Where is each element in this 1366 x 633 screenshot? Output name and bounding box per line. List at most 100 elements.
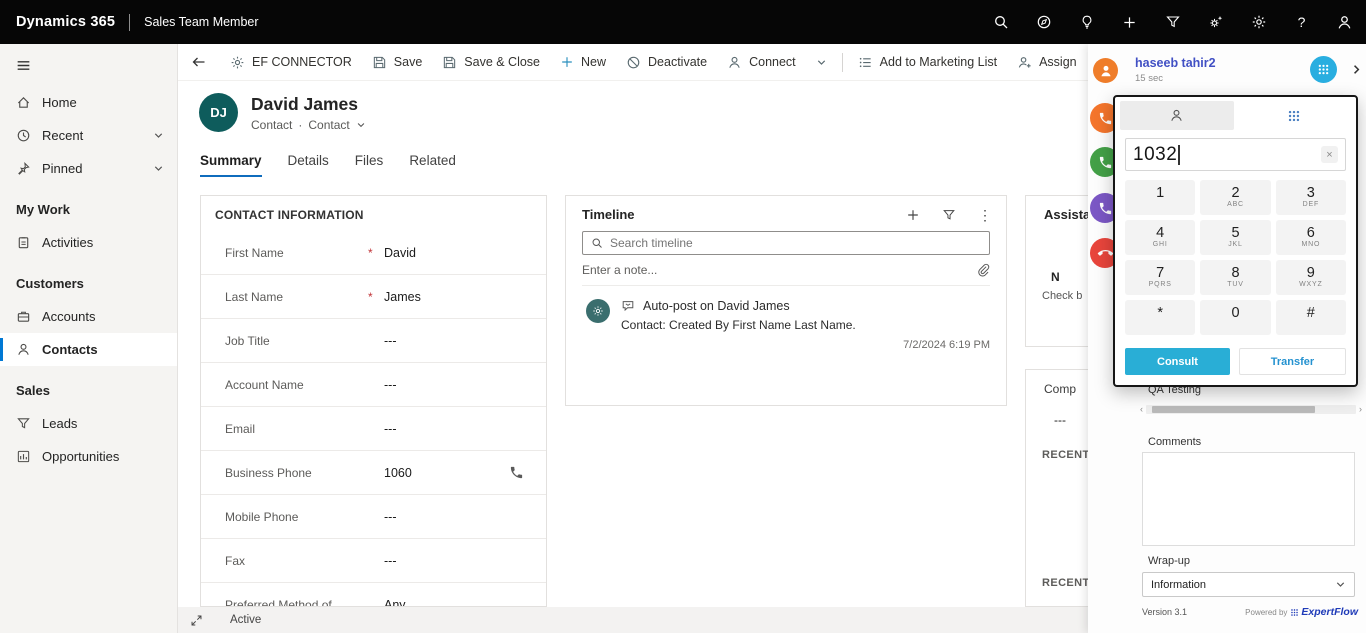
agent-name[interactable]: haseeb tahir2 bbox=[1135, 56, 1216, 70]
help-icon[interactable]: ? bbox=[1280, 0, 1323, 44]
dial-number-input[interactable]: 1032 × bbox=[1125, 138, 1346, 171]
sidebar-item-home[interactable]: Home bbox=[0, 86, 177, 119]
field-value[interactable]: Any bbox=[384, 598, 406, 608]
add-record-icon[interactable] bbox=[906, 208, 920, 222]
sitemap-sidebar: Home Recent Pinned My Work Activities Cu… bbox=[0, 44, 178, 633]
transfer-button[interactable]: Transfer bbox=[1239, 348, 1346, 375]
section-title: CONTACT INFORMATION bbox=[201, 196, 546, 231]
field-value[interactable]: --- bbox=[384, 422, 397, 436]
compass-icon[interactable] bbox=[1022, 0, 1065, 44]
tab-files[interactable]: Files bbox=[355, 153, 384, 177]
person-icon bbox=[16, 342, 31, 357]
sidebar-item-pinned[interactable]: Pinned bbox=[0, 152, 177, 185]
sidebar-item-opportunities[interactable]: Opportunities bbox=[0, 440, 177, 473]
screen: Dynamics 365 Sales Team Member ? Home Re… bbox=[0, 0, 1366, 633]
dialpad-keys: 1 2ABC 3DEF 4GHI 5JKL 6MNO 7PQRS 8TUV 9W… bbox=[1115, 175, 1356, 340]
dialpad-key-0[interactable]: 0 bbox=[1200, 300, 1270, 335]
chevron-down-icon[interactable] bbox=[153, 130, 164, 141]
ef-connector-button[interactable]: EF CONNECTOR bbox=[220, 44, 362, 80]
sidebar-item-accounts[interactable]: Accounts bbox=[0, 300, 177, 333]
dynamics-brand[interactable]: Dynamics 365 bbox=[16, 14, 115, 30]
note-entry-row[interactable]: Enter a note... bbox=[582, 255, 990, 286]
dialpad-key-5[interactable]: 5JKL bbox=[1200, 220, 1270, 255]
field-value[interactable]: --- bbox=[384, 554, 397, 568]
timeline-search-box[interactable] bbox=[582, 231, 990, 255]
timeline-post[interactable]: Auto-post on David James Contact: Create… bbox=[566, 286, 1006, 351]
dialpad-key-9[interactable]: 9WXYZ bbox=[1276, 260, 1346, 295]
field-value[interactable]: David bbox=[384, 246, 416, 260]
connect-split-chevron[interactable] bbox=[806, 44, 837, 80]
wrapup-select[interactable]: Information bbox=[1142, 572, 1355, 597]
field-value[interactable]: --- bbox=[384, 334, 397, 348]
horizontal-scrollbar[interactable]: ‹ › bbox=[1140, 404, 1362, 415]
consult-button[interactable]: Consult bbox=[1125, 348, 1230, 375]
scrollbar-thumb[interactable] bbox=[1152, 406, 1315, 413]
save-and-close-button[interactable]: Save & Close bbox=[432, 44, 550, 80]
connect-button[interactable]: Connect bbox=[717, 44, 806, 80]
dialpad-key-8[interactable]: 8TUV bbox=[1200, 260, 1270, 295]
tab-dialpad[interactable] bbox=[1238, 101, 1352, 130]
field-value[interactable]: --- bbox=[384, 378, 397, 392]
expand-icon[interactable] bbox=[190, 614, 203, 627]
field-value[interactable]: --- bbox=[384, 510, 397, 524]
assign-button[interactable]: Assign bbox=[1007, 44, 1087, 80]
dialpad-toggle-button[interactable] bbox=[1310, 56, 1337, 83]
phone-icon[interactable] bbox=[509, 465, 524, 480]
sitemap-toggle-button[interactable] bbox=[0, 44, 177, 86]
account-icon[interactable] bbox=[1323, 0, 1366, 44]
filter-icon[interactable] bbox=[1151, 0, 1194, 44]
filter-icon[interactable] bbox=[942, 208, 956, 222]
dialpad-key-2[interactable]: 2ABC bbox=[1200, 180, 1270, 215]
add-to-marketing-list-button[interactable]: Add to Marketing List bbox=[848, 44, 1007, 80]
deactivate-button[interactable]: Deactivate bbox=[616, 44, 717, 80]
search-icon[interactable] bbox=[979, 0, 1022, 44]
dialpad-key-4[interactable]: 4GHI bbox=[1125, 220, 1195, 255]
app-name[interactable]: Sales Team Member bbox=[144, 15, 258, 29]
lightbulb-icon[interactable] bbox=[1065, 0, 1108, 44]
post-body: Contact: Created By First Name Last Name… bbox=[621, 318, 990, 332]
comments-textarea[interactable] bbox=[1142, 452, 1355, 546]
dialpad-key-1[interactable]: 1 bbox=[1125, 180, 1195, 215]
sidebar-item-label: Recent bbox=[42, 128, 83, 143]
sidebar-item-leads[interactable]: Leads bbox=[0, 407, 177, 440]
settings-sparkle-icon[interactable] bbox=[1194, 0, 1237, 44]
clear-number-button[interactable]: × bbox=[1321, 146, 1338, 163]
sidebar-item-label: Pinned bbox=[42, 161, 82, 176]
tab-agents[interactable] bbox=[1120, 101, 1234, 130]
more-commands-icon[interactable]: ⋮ bbox=[978, 208, 992, 222]
tab-details[interactable]: Details bbox=[288, 153, 329, 177]
chevron-down-icon[interactable] bbox=[356, 120, 366, 130]
gear-icon[interactable] bbox=[1237, 0, 1280, 44]
scroll-left-arrow-icon[interactable]: ‹ bbox=[1140, 404, 1143, 415]
dialpad-key-star[interactable]: * bbox=[1125, 300, 1195, 335]
dialpad-key-7[interactable]: 7PQRS bbox=[1125, 260, 1195, 295]
field-row-business-phone: Business Phone 1060 bbox=[201, 451, 546, 495]
chevron-down-icon[interactable] bbox=[153, 163, 164, 174]
dialpad-key-3[interactable]: 3DEF bbox=[1276, 180, 1346, 215]
tab-related[interactable]: Related bbox=[409, 153, 456, 177]
scroll-right-arrow-icon[interactable]: › bbox=[1359, 404, 1362, 415]
save-button[interactable]: Save bbox=[362, 44, 433, 80]
required-marker: * bbox=[368, 246, 382, 260]
record-subtitle: Contact · Contact bbox=[251, 118, 366, 132]
dialpad-tabs bbox=[1115, 97, 1356, 130]
scrollbar-track[interactable] bbox=[1146, 405, 1356, 414]
form-selector[interactable]: Contact bbox=[308, 118, 349, 132]
sidebar-item-contacts[interactable]: Contacts bbox=[0, 333, 177, 366]
dialpad-key-hash[interactable]: # bbox=[1276, 300, 1346, 335]
attachment-paperclip-icon[interactable] bbox=[976, 263, 990, 277]
sidebar-item-recent[interactable]: Recent bbox=[0, 119, 177, 152]
field-value[interactable]: James bbox=[384, 290, 421, 304]
timeline-header: Timeline ⋮ bbox=[566, 196, 1006, 229]
back-button[interactable] bbox=[178, 54, 220, 70]
timeline-search-input[interactable] bbox=[610, 236, 981, 250]
save-close-icon bbox=[442, 55, 457, 70]
sidebar-item-activities[interactable]: Activities bbox=[0, 226, 177, 259]
quick-create-icon[interactable] bbox=[1108, 0, 1151, 44]
collapse-panel-chevron-icon[interactable] bbox=[1350, 63, 1363, 76]
tab-summary[interactable]: Summary bbox=[200, 153, 262, 177]
field-value[interactable]: 1060 bbox=[384, 466, 412, 480]
new-button[interactable]: New bbox=[550, 44, 616, 80]
search-icon bbox=[591, 237, 603, 249]
dialpad-key-6[interactable]: 6MNO bbox=[1276, 220, 1346, 255]
